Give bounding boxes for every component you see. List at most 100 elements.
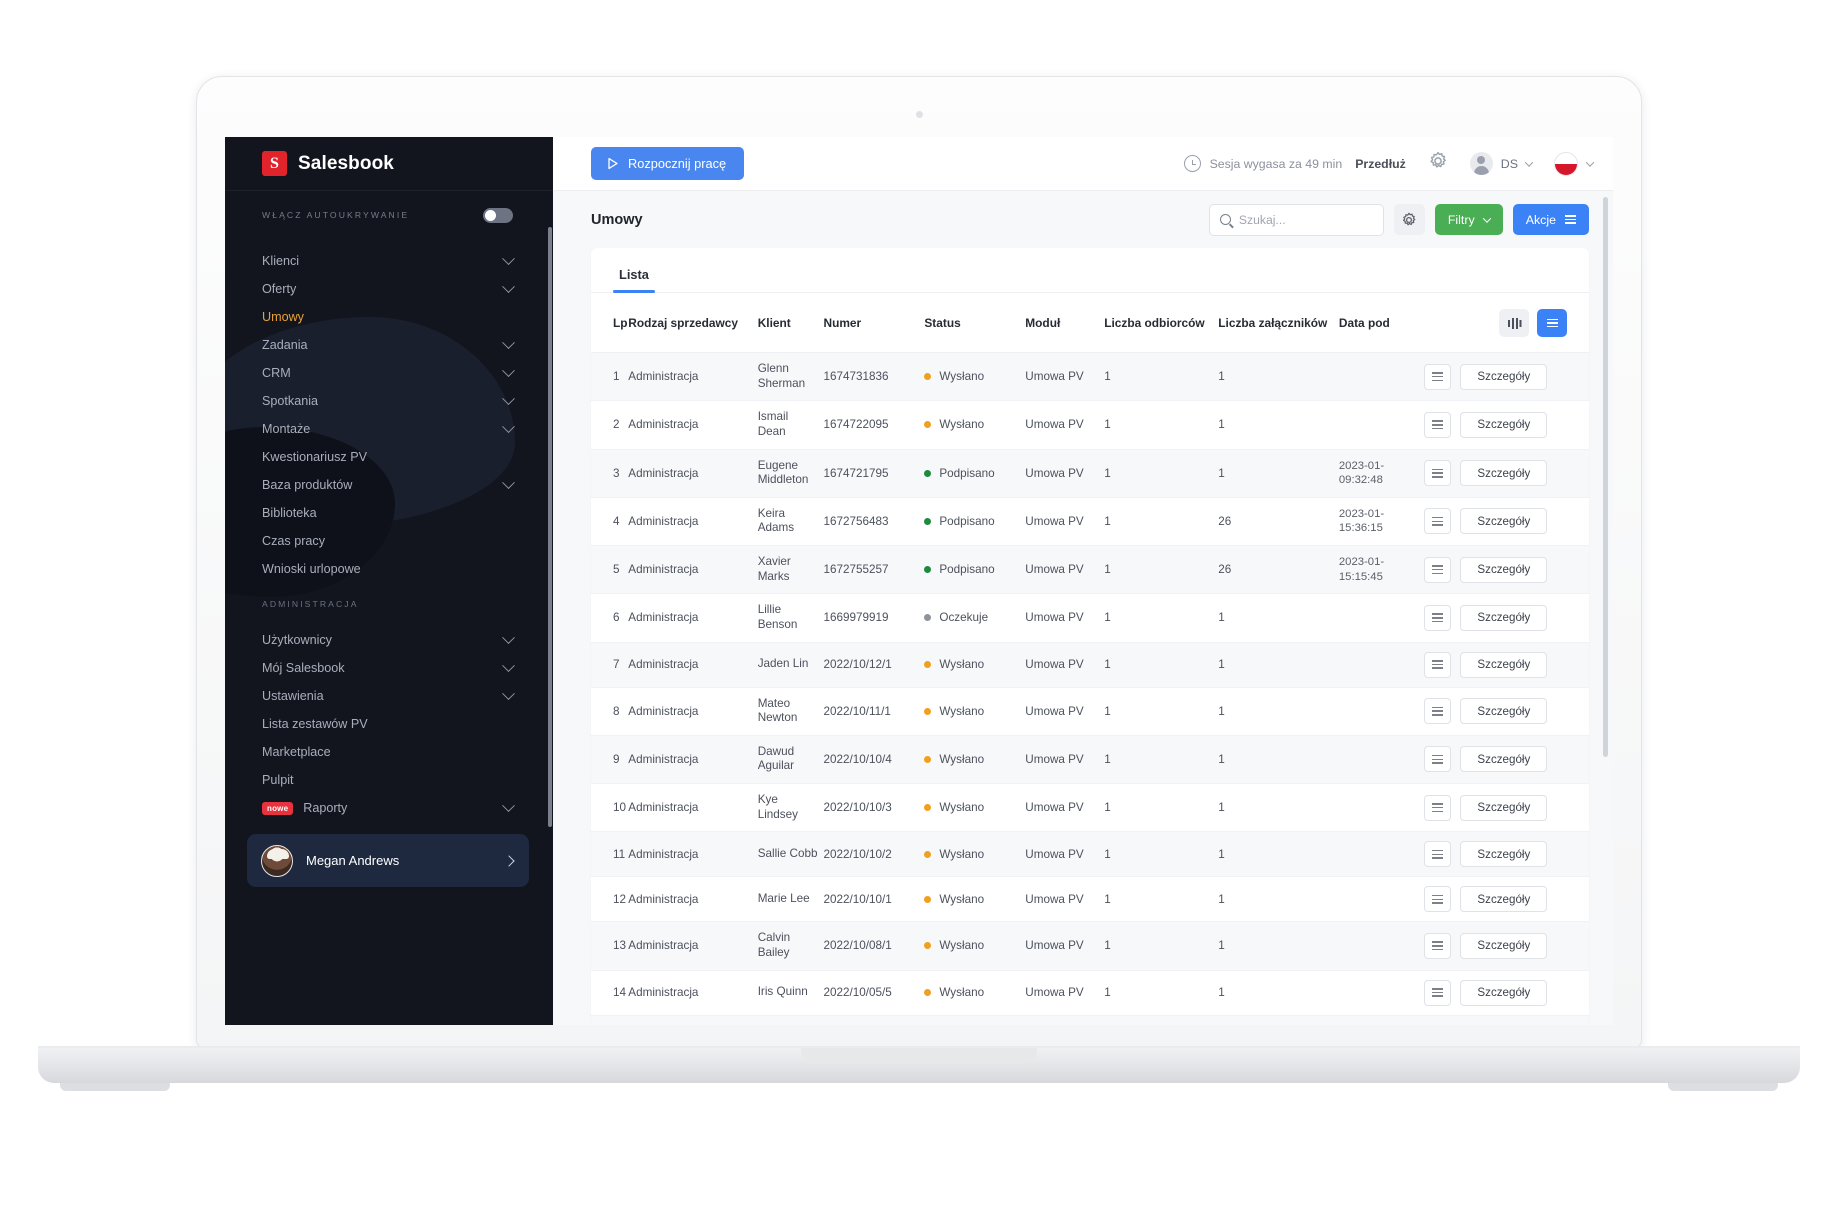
sidebar-item-umowy[interactable]: Umowy xyxy=(225,303,553,331)
row-menu-button[interactable] xyxy=(1424,604,1452,631)
table-row[interactable]: 5 Administracja Xavier Marks 1672755257 Podp… xyxy=(591,545,1589,595)
table-row[interactable]: 9 Administracja Dawud Aguilar 2022/10/10/4 W… xyxy=(591,735,1589,785)
autohide-toggle[interactable] xyxy=(483,207,513,223)
details-button[interactable]: Szczegóły xyxy=(1460,604,1548,631)
details-button[interactable]: Szczegóły xyxy=(1460,651,1548,678)
table-row[interactable]: 7 Administracja Jaden Lin 2022/10/12/1 Wysła… xyxy=(591,642,1589,688)
row-menu-button[interactable] xyxy=(1424,556,1452,583)
details-button[interactable]: Szczegóły xyxy=(1460,411,1548,438)
column-header-rodzaj-sprzedawcy[interactable]: Rodzaj sprzedawcy xyxy=(628,293,758,353)
sign-date-value: 2023-01- 09:32:48 xyxy=(1339,458,1419,488)
table-row[interactable]: 10 Administracja Kye Lindsey 2022/10/10/3 Wy… xyxy=(591,783,1589,833)
table-row[interactable]: 11 Administracja Sallie Cobb 2022/10/10/2 Wy… xyxy=(591,831,1589,878)
details-button[interactable]: Szczegóły xyxy=(1460,841,1548,868)
column-header-liczba-odbiorc-w[interactable]: Liczba odbiorców xyxy=(1104,293,1219,353)
sidebar-item-ustawienia[interactable]: Ustawienia xyxy=(225,682,553,710)
table-row[interactable]: 8 Administracja Mateo Newton 2022/10/11/1 Wy… xyxy=(591,687,1589,736)
sidebar-item-pulpit[interactable]: Pulpit xyxy=(225,766,553,794)
column-header-modu[interactable]: Moduł xyxy=(1025,293,1105,353)
details-button[interactable]: Szczegóły xyxy=(1460,508,1548,535)
main-scrollbar[interactable] xyxy=(1603,197,1608,757)
table-row[interactable]: 15AdministracjaSalma Terrell 2022/10/05/2… xyxy=(591,1015,1589,1025)
extend-session-button[interactable]: Przedłuż xyxy=(1355,157,1406,171)
tab-lista[interactable]: Lista xyxy=(613,267,655,293)
column-header-liczba-za-cznik-w[interactable]: Liczba załączników xyxy=(1218,293,1339,353)
details-button[interactable]: Szczegóły xyxy=(1460,932,1548,959)
table-row[interactable]: 3 Administracja Eugene Middleton 1674721795… xyxy=(591,449,1589,498)
sidebar-user-card[interactable]: Megan Andrews xyxy=(247,834,529,887)
table-row[interactable]: 2 Administracja Ismail Dean 1674722095 Wysła… xyxy=(591,400,1589,450)
table-row[interactable]: 14 Administracja Iris Quinn 2022/10/05/5 Wys… xyxy=(591,970,1589,1016)
column-header-status[interactable]: Status xyxy=(924,293,1026,353)
cell-status: Wysłano xyxy=(924,352,1026,402)
row-menu-button[interactable] xyxy=(1424,841,1452,868)
table-settings-button[interactable] xyxy=(1393,204,1425,235)
sidebar-item-raporty[interactable]: nowe Raporty xyxy=(225,794,553,822)
row-menu-button[interactable] xyxy=(1424,508,1452,535)
sidebar-item-oferty[interactable]: Oferty xyxy=(225,275,553,303)
status-label: Podpisano xyxy=(939,466,995,480)
filters-button[interactable]: Filtry xyxy=(1434,204,1503,235)
language-selector[interactable] xyxy=(1554,151,1595,176)
settings-gear-icon[interactable] xyxy=(1428,151,1448,176)
sidebar-item-lista-zestaw-w-pv[interactable]: Lista zestawów PV xyxy=(225,710,553,738)
column-header-lp[interactable]: Lp. xyxy=(591,293,629,353)
sidebar-item-m-j-salesbook[interactable]: Mój Salesbook xyxy=(225,654,553,682)
row-menu-button[interactable] xyxy=(1424,979,1452,1006)
view-list-toggle[interactable] xyxy=(1537,309,1567,337)
row-menu-button[interactable] xyxy=(1424,932,1452,959)
sidebar-item-kwestionariusz-pv[interactable]: Kwestionariusz PV xyxy=(225,443,553,471)
sidebar-item-u-ytkownicy[interactable]: Użytkownicy xyxy=(225,626,553,654)
row-menu-button[interactable] xyxy=(1424,411,1452,438)
details-button[interactable]: Szczegóły xyxy=(1460,698,1548,725)
laptop-notch xyxy=(801,1048,1037,1064)
details-button[interactable]: Szczegóły xyxy=(1460,794,1548,821)
row-menu-button[interactable] xyxy=(1424,746,1452,773)
details-button[interactable]: Szczegóły xyxy=(1460,886,1548,913)
sidebar-scrollbar[interactable] xyxy=(548,227,552,827)
sidebar-item-zadania[interactable]: Zadania xyxy=(225,331,553,359)
sidebar-item-baza-produkt-w[interactable]: Baza produktów xyxy=(225,471,553,499)
row-menu-button[interactable] xyxy=(1424,794,1452,821)
details-button[interactable]: Szczegóły xyxy=(1460,460,1548,487)
table-row[interactable]: 4 Administracja Keira Adams 1672756483 Podpi… xyxy=(591,497,1589,547)
column-header-data-pod[interactable]: Data pod xyxy=(1338,293,1425,353)
search-input[interactable]: Szukaj... xyxy=(1208,203,1384,236)
sidebar-item-crm[interactable]: CRM xyxy=(225,359,553,387)
brand-logo[interactable]: S Salesbook xyxy=(225,137,553,191)
column-header-klient[interactable]: Klient xyxy=(757,293,824,353)
start-work-button[interactable]: Rozpocznij pracę xyxy=(591,147,745,180)
sidebar-item-spotkania[interactable]: Spotkania xyxy=(225,387,553,415)
client-name: Calvin Bailey xyxy=(757,931,791,959)
row-menu-button[interactable] xyxy=(1424,886,1452,913)
sidebar-item-czas-pracy[interactable]: Czas pracy xyxy=(225,527,553,555)
row-menu-button[interactable] xyxy=(1424,460,1452,487)
details-button[interactable]: Szczegóły xyxy=(1460,979,1548,1006)
cell-attachments-count: 1 xyxy=(1218,783,1339,833)
table-row[interactable]: 1 Administracja Glenn Sherman 1674731836 Wys… xyxy=(591,352,1589,402)
cell-sign-date xyxy=(1338,352,1425,402)
details-button[interactable]: Szczegóły xyxy=(1460,556,1548,583)
cell-seller-type: Administracja xyxy=(628,783,758,833)
cell-lp: 5 xyxy=(591,545,629,595)
cell-receivers-count: 1 xyxy=(1104,593,1219,643)
details-button[interactable]: Szczegóły xyxy=(1460,746,1548,773)
cell-status: Wysłano xyxy=(924,831,1026,878)
table-row[interactable]: 12 Administracja Marie Lee 2022/10/10/1 Wysł… xyxy=(591,876,1589,923)
sidebar-item-biblioteka[interactable]: Biblioteka xyxy=(225,499,553,527)
table-row[interactable]: 13 Administracja Calvin Bailey 2022/10/08/1… xyxy=(591,921,1589,971)
details-button[interactable]: Szczegóły xyxy=(1460,363,1548,390)
actions-button[interactable]: Akcje xyxy=(1512,204,1589,235)
row-menu-button[interactable] xyxy=(1424,363,1452,390)
row-menu-button[interactable] xyxy=(1424,698,1452,725)
sidebar-item-klienci[interactable]: Klienci xyxy=(225,247,553,275)
sidebar-item-monta-e[interactable]: Montaże xyxy=(225,415,553,443)
cell-client: Iris Quinn xyxy=(757,970,824,1016)
column-header-numer[interactable]: Numer xyxy=(823,293,925,353)
view-columns-toggle[interactable] xyxy=(1499,309,1529,337)
sidebar-item-marketplace[interactable]: Marketplace xyxy=(225,738,553,766)
sidebar-item-wnioski-urlopowe[interactable]: Wnioski urlopowe xyxy=(225,555,553,583)
account-menu[interactable]: DS xyxy=(1469,152,1534,175)
row-menu-button[interactable] xyxy=(1424,651,1452,678)
table-row[interactable]: 6 Administracja Lillie Benson 1669979919 Ocz… xyxy=(591,593,1589,643)
